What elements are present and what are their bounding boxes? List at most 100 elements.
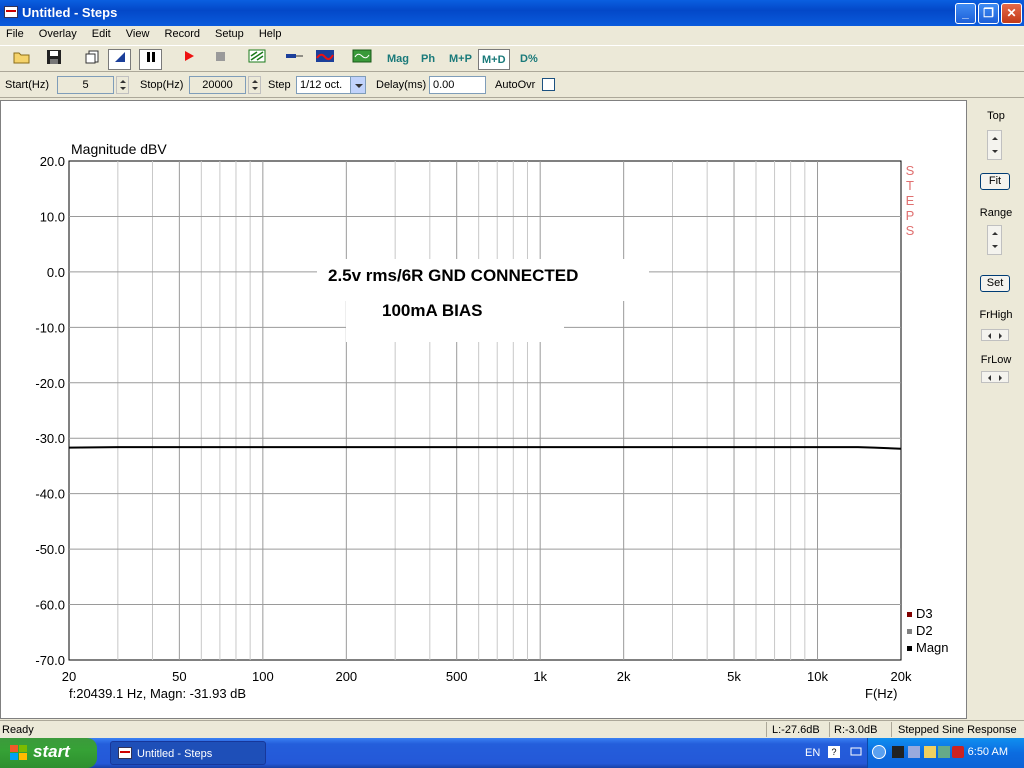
system-tray: 6:50 AM <box>867 738 1024 768</box>
stop-icon[interactable] <box>208 49 231 70</box>
range-spinner[interactable] <box>987 225 1002 255</box>
open-icon[interactable] <box>10 49 33 70</box>
x-tick-label: 2k <box>617 669 631 684</box>
taskbar-item-label: Untitled - Steps <box>137 748 213 760</box>
phase-button[interactable]: Ph <box>418 49 438 70</box>
scope-icon[interactable] <box>350 49 373 70</box>
menu-setup[interactable]: Setup <box>209 26 250 40</box>
legend-swatch <box>907 646 912 651</box>
y-tick-label: -60.0 <box>35 598 65 613</box>
menu-edit[interactable]: Edit <box>86 26 117 40</box>
y-tick-label: -50.0 <box>35 542 65 557</box>
menu-bar: File Overlay Edit View Record Setup Help <box>0 26 1024 45</box>
chevron-left-icon[interactable] <box>872 745 886 759</box>
spectrum-icon[interactable] <box>313 49 336 70</box>
app-icon <box>118 747 132 759</box>
top-label: Top <box>987 110 1005 122</box>
params-bar: Start(Hz) 5 Stop(Hz) 20000 Step 1/12 oct… <box>0 72 1024 98</box>
stop-label: Stop(Hz) <box>140 79 184 91</box>
y-tick-label: -40.0 <box>35 487 65 502</box>
x-tick-label: 10k <box>807 669 828 684</box>
window-title: Untitled - Steps <box>22 5 118 20</box>
menu-record[interactable]: Record <box>159 26 206 40</box>
grid-icon[interactable] <box>245 49 268 70</box>
toolbar: Mag Ph M+P M+D D% <box>0 45 1024 72</box>
save-icon[interactable] <box>42 49 65 70</box>
start-label: start <box>33 742 70 761</box>
y-axis-label: Magnitude dBV <box>71 141 167 157</box>
status-bar: Ready L:-27.6dB R:-3.0dB Stepped Sine Re… <box>0 720 1024 738</box>
brand-letter: T <box>906 178 914 193</box>
autoovr-checkbox[interactable] <box>542 78 555 91</box>
play-icon[interactable] <box>177 49 200 70</box>
marker-icon[interactable] <box>108 49 131 70</box>
brand-letter: S <box>906 223 915 238</box>
x-tick-label: 20k <box>891 669 912 684</box>
stop-spinner[interactable] <box>248 76 261 94</box>
menu-file[interactable]: File <box>0 26 30 40</box>
x-tick-label: 5k <box>727 669 741 684</box>
legend-entry: D2 <box>916 623 933 638</box>
minimize-button[interactable]: _ <box>955 3 976 24</box>
menu-overlay[interactable]: Overlay <box>33 26 83 40</box>
menu-help[interactable]: Help <box>253 26 288 40</box>
close-button[interactable]: ✕ <box>1001 3 1022 24</box>
y-tick-label: -30.0 <box>35 431 65 446</box>
legend-entry: D3 <box>916 606 933 621</box>
app-icon <box>4 6 18 18</box>
start-spinner[interactable] <box>116 76 129 94</box>
x-tick-label: 50 <box>172 669 186 684</box>
shield-icon[interactable] <box>952 746 964 758</box>
plot-panel[interactable]: 20.0 10.0 0.0 -10.0 -20.0 -30.0 -40.0 -50.0 -60.… <box>0 100 967 719</box>
brand-letter: S <box>906 163 915 178</box>
status-left-level: L:-27.6dB <box>772 724 820 736</box>
network-icon[interactable] <box>892 746 904 758</box>
x-tick-label: 20 <box>62 669 76 684</box>
maximize-button[interactable]: ❐ <box>978 3 999 24</box>
distortion-percent-button[interactable]: D% <box>517 49 541 70</box>
stop-input[interactable]: 20000 <box>189 76 246 94</box>
monitor-icon[interactable] <box>908 746 920 758</box>
language-indicator[interactable]: EN <box>805 747 820 759</box>
y-tick-label: -20.0 <box>35 376 65 391</box>
help-icon[interactable]: ? <box>828 746 840 758</box>
mag-phase-button[interactable]: M+P <box>446 49 475 70</box>
x-tick-label: 100 <box>252 669 274 684</box>
taskbar: start Untitled - Steps EN ? 6:50 AM <box>0 738 1024 768</box>
y-tick-label: -10.0 <box>35 320 65 335</box>
windows-logo-icon <box>10 745 28 761</box>
plot-area <box>68 160 902 661</box>
menu-view[interactable]: View <box>120 26 156 40</box>
pause-icon[interactable] <box>139 49 162 70</box>
fit-button[interactable]: Fit <box>980 173 1010 190</box>
delay-label: Delay(ms) <box>376 79 427 91</box>
taskbar-item-steps[interactable]: Untitled - Steps <box>110 741 266 765</box>
set-button[interactable]: Set <box>980 275 1010 292</box>
start-input[interactable]: 5 <box>57 76 114 94</box>
step-label: Step <box>268 79 291 91</box>
probe-icon[interactable] <box>282 49 305 70</box>
frhigh-spinner[interactable] <box>981 329 1009 341</box>
status-mode: Stepped Sine Response <box>898 724 1017 736</box>
status-separator <box>829 722 830 737</box>
brand-letter: P <box>906 208 915 223</box>
frhigh-label: FrHigh <box>979 309 1013 321</box>
status-separator <box>766 722 767 737</box>
legend-entry: Magn <box>916 640 949 655</box>
clock: 6:50 AM <box>967 746 1008 758</box>
device-icon[interactable] <box>938 746 950 758</box>
status-right-level: R:-3.0dB <box>834 724 878 736</box>
mag-distortion-button[interactable]: M+D <box>478 49 510 70</box>
display-icon[interactable] <box>850 746 862 758</box>
y-tick-label: -70.0 <box>35 653 65 668</box>
folder-icon[interactable] <box>924 746 936 758</box>
delay-input[interactable]: 0.00 <box>429 76 486 94</box>
legend-swatch <box>907 612 912 617</box>
mag-button[interactable]: Mag <box>384 49 412 70</box>
autoovr-label: AutoOvr <box>495 79 536 91</box>
copy-icon[interactable] <box>80 49 103 70</box>
frlow-spinner[interactable] <box>981 371 1009 383</box>
top-spinner[interactable] <box>987 130 1002 160</box>
chevron-down-icon[interactable] <box>350 76 366 94</box>
start-button[interactable]: start <box>0 738 97 768</box>
